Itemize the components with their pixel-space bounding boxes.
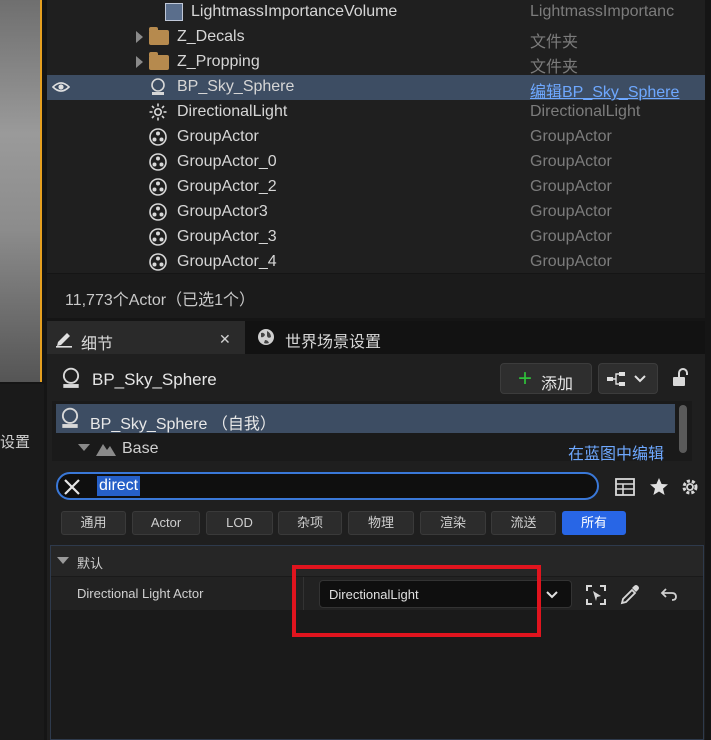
outliner-row[interactable]: GroupActor GroupActor <box>47 125 705 150</box>
outliner-row[interactable]: Z_Propping 文件夹 <box>47 50 705 76</box>
filter-actor-button[interactable]: Actor <box>132 511 200 535</box>
volume-icon <box>165 3 183 21</box>
hierarchy-icon <box>607 372 625 386</box>
tab-world-settings[interactable]: 世界场景设置 <box>247 321 447 354</box>
outliner-row-name: GroupActor_3 <box>177 228 277 245</box>
collapse-arrow-icon[interactable] <box>78 444 90 452</box>
filter-misc-button[interactable]: 杂项 <box>278 511 342 535</box>
outliner-row-type: 文件夹 <box>530 34 579 51</box>
expand-arrow-icon[interactable] <box>136 56 143 68</box>
outliner-actor-count: 11,773个Actor（已选1个） <box>47 274 705 318</box>
actor-name: BP_Sky_Sphere <box>92 370 217 389</box>
select-actor-icon[interactable] <box>585 584 607 606</box>
outliner-row-name: GroupActor_2 <box>177 178 277 195</box>
folder-icon <box>149 52 169 70</box>
outliner-row[interactable]: LightmassImportanceVolume LightmassImpor… <box>47 0 705 25</box>
chevron-down-icon <box>634 375 646 383</box>
tab-details-label: 细节 <box>81 336 114 353</box>
group-actor-icon <box>149 253 167 271</box>
close-tab-icon[interactable]: ✕ <box>219 331 231 348</box>
pencil-icon <box>56 333 72 348</box>
sun-icon <box>149 103 167 121</box>
outliner-row-type: LightmassImportanc <box>530 3 675 20</box>
outliner-row[interactable]: DirectionalLight DirectionalLight <box>47 100 705 125</box>
component-base-label[interactable]: Base <box>122 440 158 458</box>
eyedropper-icon[interactable] <box>619 584 641 606</box>
outliner-row[interactable]: GroupActor_3 GroupActor <box>47 225 705 250</box>
tab-details[interactable]: 细节 ✕ <box>47 321 245 356</box>
plus-icon: + <box>518 365 533 392</box>
outliner-row-name: GroupActor_0 <box>177 153 277 170</box>
edit-in-blueprint-link[interactable]: 在蓝图中编辑 <box>568 440 664 464</box>
unlock-icon[interactable] <box>670 368 690 388</box>
filter-lod-button[interactable]: LOD <box>206 511 273 535</box>
outliner-row-name: BP_Sky_Sphere <box>177 78 295 95</box>
filter-all-button[interactable]: 所有 <box>562 511 626 535</box>
favorite-star-icon[interactable] <box>649 477 669 497</box>
outliner-row-type: GroupActor <box>530 178 612 195</box>
add-component-label: 添加 <box>541 376 574 393</box>
highlight-annotation-box <box>292 565 541 637</box>
outliner-row-name: LightmassImportanceVolume <box>191 3 398 20</box>
panel-tab-bar: 细节 ✕ 世界场景设置 <box>47 321 705 356</box>
component-self-label: BP_Sky_Sphere （自我） <box>90 416 276 433</box>
group-actor-icon <box>149 128 167 146</box>
category-label: 默认 <box>77 556 104 571</box>
outliner-row-name: Z_Propping <box>177 53 260 70</box>
group-actor-icon <box>149 228 167 246</box>
viewport-settings-label[interactable]: 设置 <box>0 431 30 452</box>
reset-to-default-icon[interactable] <box>660 585 678 603</box>
outliner-row-name: GroupActor3 <box>177 203 268 220</box>
search-query-text[interactable]: direct <box>97 476 141 496</box>
actor-count-text: 11,773个Actor（已选1个） <box>65 292 255 309</box>
filter-rendering-button[interactable]: 渲染 <box>420 511 486 535</box>
edit-blueprint-link[interactable]: 编辑BP_Sky_Sphere <box>530 78 700 102</box>
visibility-eye-icon[interactable] <box>52 79 70 95</box>
tab-world-settings-label: 世界场景设置 <box>285 334 382 351</box>
settings-gear-icon[interactable] <box>680 477 700 497</box>
property-label: Directional Light Actor <box>77 586 204 601</box>
clear-search-icon[interactable] <box>63 478 81 496</box>
folder-icon <box>149 27 169 45</box>
outliner-row-type: GroupActor <box>530 203 612 220</box>
outliner-row-type: GroupActor <box>530 253 612 270</box>
sky-sphere-icon <box>151 78 165 95</box>
outliner-row-type: GroupActor <box>530 228 612 245</box>
outliner-row-name: GroupActor_4 <box>177 253 277 270</box>
outliner-row-name: Z_Decals <box>177 28 245 45</box>
group-actor-icon <box>149 178 167 196</box>
outliner-row-type: 文件夹 <box>530 59 579 76</box>
chevron-down-icon <box>546 591 558 599</box>
globe-icon <box>258 329 274 345</box>
add-component-button[interactable]: + 添加 <box>500 363 592 394</box>
filter-streaming-button[interactable]: 流送 <box>491 511 556 535</box>
component-tree-scrollbar[interactable] <box>679 405 687 453</box>
sky-sphere-icon <box>61 407 79 428</box>
filter-general-button[interactable]: 通用 <box>61 511 126 535</box>
world-outliner: LightmassImportanceVolume LightmassImpor… <box>47 0 705 273</box>
outliner-row-type: GroupActor <box>530 128 612 145</box>
expand-arrow-icon[interactable] <box>136 31 143 43</box>
group-actor-icon <box>149 153 167 171</box>
outliner-row[interactable]: GroupActor3 GroupActor <box>47 200 705 225</box>
outliner-row-name: GroupActor <box>177 128 259 145</box>
outliner-row[interactable]: Z_Decals 文件夹 <box>47 25 705 51</box>
outliner-row[interactable]: GroupActor_2 GroupActor <box>47 175 705 200</box>
filter-physics-button[interactable]: 物理 <box>348 511 414 535</box>
outliner-row-name: DirectionalLight <box>177 103 288 120</box>
group-actor-icon <box>149 203 167 221</box>
scene-component-icon <box>96 444 116 456</box>
outliner-row-type: GroupActor <box>530 153 612 170</box>
sky-sphere-icon <box>62 367 80 388</box>
level-viewport[interactable] <box>0 0 42 382</box>
blueprint-options-button[interactable] <box>598 363 658 394</box>
outliner-row[interactable]: GroupActor_4 GroupActor <box>47 250 705 275</box>
table-view-icon[interactable] <box>615 478 635 496</box>
outliner-row-type: DirectionalLight <box>530 103 641 120</box>
outliner-row[interactable]: GroupActor_0 GroupActor <box>47 150 705 175</box>
outliner-row-selected[interactable]: BP_Sky_Sphere 编辑BP_Sky_Sphere <box>47 75 705 102</box>
collapse-arrow-icon <box>57 557 69 564</box>
